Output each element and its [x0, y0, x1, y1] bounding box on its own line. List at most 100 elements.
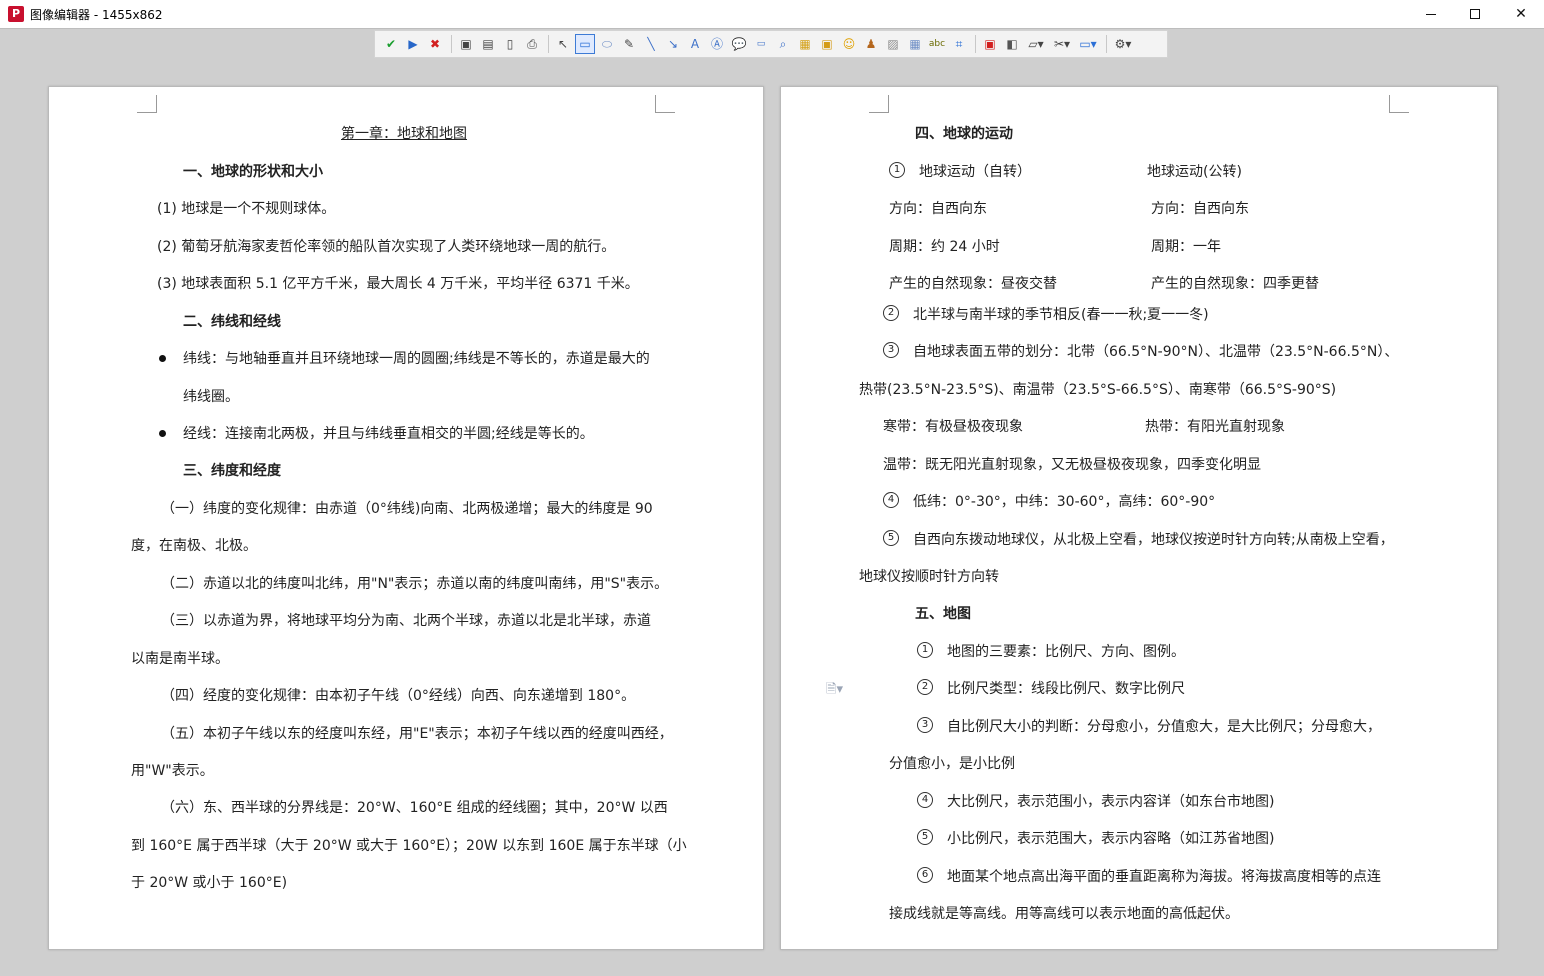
text-box-tool[interactable]: Ⓐ: [707, 34, 727, 54]
tools-dropdown-button[interactable]: ✂▾: [1050, 34, 1074, 54]
paragraph-line: 产生的自然现象：昼夜交替: [889, 276, 1057, 292]
grid-tool[interactable]: ▦: [905, 34, 925, 54]
copy-clipboard-button[interactable]: ▯: [500, 34, 520, 54]
document-side-icon[interactable]: 🗎▾: [826, 680, 843, 702]
crop-tool[interactable]: ⌗: [949, 34, 969, 54]
paragraph-line: 大比例尺，表示范围小，表示内容详（如东台市地图): [947, 794, 1275, 810]
pointer-icon: ↖: [557, 37, 569, 51]
paragraph-line: 小比例尺，表示范围大，表示内容略（如江苏省地图): [947, 831, 1275, 847]
shape-dropdown-icon: ▱▾: [1028, 37, 1044, 51]
window-title: 图像编辑器 - 1455x862: [30, 8, 163, 22]
paragraph-line: 接成线就是等高线。用等高线可以表示地面的高低起伏。: [889, 906, 1239, 922]
text-box-icon: Ⓐ: [710, 37, 723, 51]
paragraph-line: 方向：自西向东: [889, 201, 987, 217]
screen-dropdown-icon: ▭▾: [1079, 37, 1097, 51]
circled-number: 2: [917, 679, 933, 695]
shape-dropdown-button[interactable]: ▱▾: [1024, 34, 1048, 54]
confirm-button[interactable]: ✔: [381, 34, 401, 54]
page-corner-mark: [137, 95, 157, 113]
save-button[interactable]: ▣: [456, 34, 476, 54]
section-heading: 三、纬度和经度: [183, 463, 281, 479]
paragraph-line: 以南是南半球。: [131, 651, 229, 667]
circled-number: 3: [883, 342, 899, 358]
stamp-icon: ♟: [865, 37, 877, 51]
circled-number: 4: [917, 792, 933, 808]
settings-dropdown-button[interactable]: ⚙▾: [1111, 34, 1135, 54]
counter-tool[interactable]: ▭: [751, 34, 771, 54]
text-tool[interactable]: A: [685, 34, 705, 54]
border-color-button[interactable]: ▣: [980, 34, 1000, 54]
page-corner-mark: [1389, 95, 1409, 113]
paragraph-line: 分值愈小，是小比例: [889, 756, 1015, 772]
line-icon: ╲: [647, 37, 655, 51]
page-corner-mark: [869, 95, 889, 113]
play-icon: ▶: [408, 37, 418, 51]
bullet-icon: [159, 430, 166, 437]
paragraph-line: 比例尺类型：线段比例尺、数字比例尺: [947, 681, 1185, 697]
counter-icon: ▭: [756, 39, 766, 49]
arrow-tool[interactable]: ↘: [663, 34, 683, 54]
paragraph-line: 北半球与南半球的季节相反(春一一秋;夏一一冬): [913, 307, 1209, 323]
paragraph-line: 寒带：有极昼极夜现象: [883, 419, 1023, 435]
paragraph-line: 热带：有阳光直射现象: [1145, 419, 1285, 435]
paragraph-line: （五）本初子午线以东的经度叫东经，用"E"表示；本初子午线以西的经度叫西经，: [161, 726, 673, 742]
paragraph-line: 自比例尺大小的判断：分母愈小，分值愈大，是大比例尺；分母愈大，: [947, 719, 1381, 735]
upload-button[interactable]: ▶: [403, 34, 423, 54]
emoji-tool[interactable]: ☺: [839, 34, 859, 54]
circled-number: 6: [917, 867, 933, 883]
ellipse-tool[interactable]: ⬭: [597, 34, 617, 54]
print-icon: ⎙: [527, 37, 537, 51]
circled-number: 2: [883, 305, 899, 321]
zoom-tool[interactable]: ⌕: [773, 34, 793, 54]
callout-icon: 💬: [731, 37, 747, 51]
screen-dropdown-button[interactable]: ▭▾: [1076, 34, 1100, 54]
paragraph-line: 纬线圈。: [183, 389, 239, 405]
paragraph-line: （二）赤道以北的纬度叫北纬，用"N"表示；赤道以南的纬度叫南纬，用"S"表示。: [161, 576, 669, 592]
paragraph-line: 地面某个地点高出海平面的垂直距离称为海拔。将海拔高度相等的点连: [947, 869, 1381, 885]
paragraph-line: 地图的三要素：比例尺、方向、图例。: [947, 644, 1185, 660]
blur-icon: ▨: [887, 37, 899, 51]
list-item: (2) 葡萄牙航海家麦哲伦率领的船队首次实现了人类环绕地球一周的航行。: [157, 239, 616, 255]
maximize-button[interactable]: [1452, 0, 1498, 28]
cancel-button[interactable]: ✖: [425, 34, 445, 54]
toolbar-separator: [1106, 35, 1107, 53]
close-window-button[interactable]: ✕: [1498, 0, 1544, 28]
pen-tool[interactable]: ✎: [619, 34, 639, 54]
clipboard-icon: ▯: [506, 37, 514, 51]
settings-dropdown-icon: ⚙▾: [1114, 37, 1132, 51]
minimize-button[interactable]: [1408, 0, 1454, 28]
paragraph-line: 热带(23.5°N-23.5°S)、南温带（23.5°S-66.5°S）、南寒带…: [859, 382, 1337, 398]
blur-tool[interactable]: ▨: [883, 34, 903, 54]
highlight-tool[interactable]: ▦: [795, 34, 815, 54]
fill-color-button[interactable]: ◧: [1002, 34, 1022, 54]
paragraph-line: 方向：自西向东: [1151, 201, 1249, 217]
save-icon: ▣: [460, 37, 472, 51]
stamp-tool[interactable]: ♟: [861, 34, 881, 54]
minimize-icon: [1426, 13, 1436, 15]
line-tool[interactable]: ╲: [641, 34, 661, 54]
save-as-button[interactable]: ▤: [478, 34, 498, 54]
save-as-icon: ▤: [482, 37, 494, 51]
bullet-icon: [159, 355, 166, 362]
paragraph-line: 温带：既无阳光直射现象，又无极昼极夜现象，四季变化明显: [883, 457, 1261, 473]
print-button[interactable]: ⎙: [522, 34, 542, 54]
pointer-tool[interactable]: ↖: [553, 34, 573, 54]
callout-tool[interactable]: 💬: [729, 34, 749, 54]
page-corner-mark: [655, 95, 675, 113]
editor-toolbar: ✔ ▶ ✖ ▣ ▤ ▯ ⎙ ↖ ▭ ⬭ ✎ ╲ ↘ A Ⓐ 💬 ▭ ⌕ ▦ ▣ …: [374, 30, 1168, 58]
paragraph-line: 经线：连接南北两极，并且与纬线垂直相交的半圆;经线是等长的。: [183, 426, 594, 442]
emoji-icon: ☺: [842, 37, 856, 51]
circled-number: 3: [917, 717, 933, 733]
ellipse-icon: ⬭: [601, 37, 613, 51]
paragraph-line: （六）东、西半球的分界线是：20°W、160°E 组成的经线圈；其中，20°W …: [161, 800, 668, 816]
circled-number: 5: [883, 530, 899, 546]
paragraph-line: 地球运动(公转): [1147, 164, 1242, 180]
arrow-icon: ↘: [667, 37, 679, 51]
image-tool[interactable]: ▣: [817, 34, 837, 54]
spell-tool[interactable]: abc: [927, 34, 947, 54]
rectangle-tool[interactable]: ▭: [575, 34, 595, 54]
highlight-icon: ▦: [799, 37, 811, 51]
paragraph-line: 于 20°W 或小于 160°E): [131, 875, 288, 891]
circled-number: 5: [917, 829, 933, 845]
app-logo-icon: P: [8, 6, 24, 22]
